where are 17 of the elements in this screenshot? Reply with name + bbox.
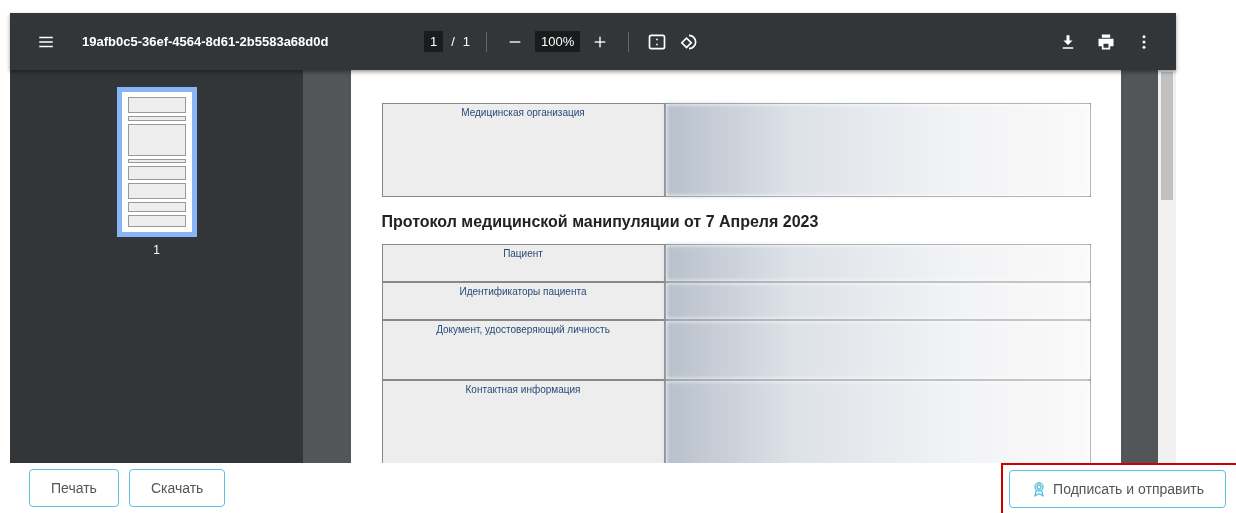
document-heading: Протокол медицинской манипуляции от 7 Апреля 2023 (381, 213, 820, 231)
table-label-cell: Пациент (382, 245, 666, 281)
table-label-cell: Медицинская организация (382, 104, 666, 196)
page-thumbnail[interactable] (116, 87, 197, 237)
zoom-field[interactable]: 100% (535, 31, 581, 52)
scrollbar[interactable] (1158, 70, 1176, 463)
download-button[interactable]: Скачать (128, 469, 226, 507)
page-total: 1 (462, 34, 471, 49)
page-separator: / (451, 34, 455, 49)
print-button[interactable]: Печать (29, 469, 119, 507)
table-label-cell: Идентификаторы пациента (382, 283, 666, 319)
thumbnail-label: 1 (153, 243, 160, 257)
sign-and-send-button[interactable]: Подписать и отправить (1009, 470, 1226, 508)
document-title: 19afb0c5-36ef-4564-8d61-2b5583a68d0d (82, 34, 330, 49)
table-label-cell: Контактная информация (382, 381, 666, 463)
page-number-field[interactable]: 1 (424, 31, 444, 52)
table-label-cell: Документ, удостоверяющий личность (382, 321, 666, 379)
